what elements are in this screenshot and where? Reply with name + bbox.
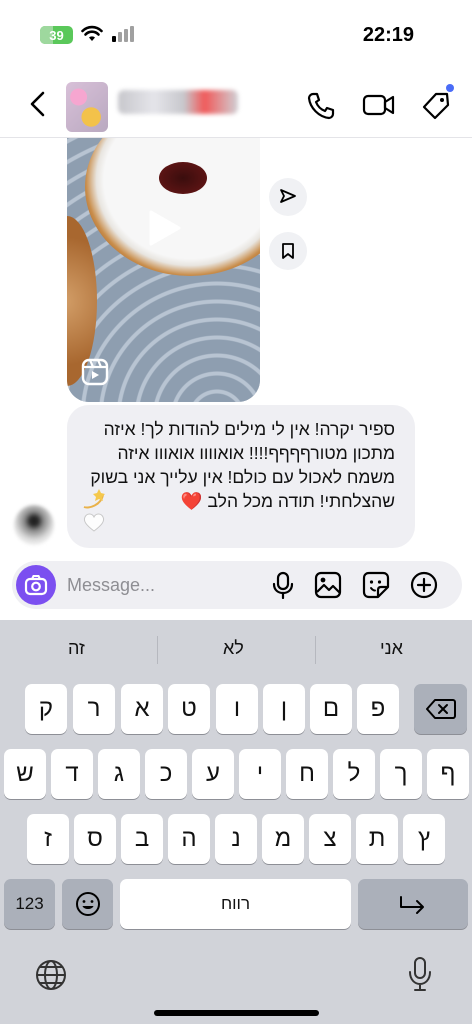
backspace-icon (425, 699, 456, 719)
emoji-key[interactable] (62, 879, 113, 929)
tag-icon[interactable] (421, 91, 451, 121)
video-call-icon[interactable] (362, 91, 396, 119)
phone-call-icon[interactable] (306, 91, 336, 121)
key[interactable]: ח (286, 749, 328, 799)
key[interactable]: ב (121, 814, 163, 864)
shared-reel-card[interactable] (67, 138, 260, 402)
message-emoji (81, 487, 107, 532)
suggestion-3[interactable]: אני (380, 638, 403, 659)
key[interactable]: ן (263, 684, 305, 734)
key[interactable]: מ (262, 814, 304, 864)
key[interactable]: ג (98, 749, 140, 799)
key[interactable]: ס (74, 814, 116, 864)
suggestion-bar: זה לא אני (0, 620, 472, 682)
sender-avatar[interactable] (14, 505, 54, 545)
key[interactable]: י (239, 749, 281, 799)
key[interactable]: נ (215, 814, 257, 864)
add-icon[interactable] (410, 571, 438, 599)
key[interactable]: ו (216, 684, 258, 734)
dictation-mic-icon[interactable] (407, 956, 433, 992)
camera-button[interactable] (16, 565, 56, 605)
clock-time: 22:19 (362, 24, 414, 46)
key[interactable]: ם (310, 684, 352, 734)
key[interactable]: כ (145, 749, 187, 799)
key[interactable]: צ (309, 814, 351, 864)
key[interactable]: ד (51, 749, 93, 799)
battery-level-text: 39 (49, 27, 64, 43)
bookmark-icon (282, 243, 294, 259)
status-bar: 39 22:19 (0, 0, 472, 70)
dizzy-star-icon (83, 489, 105, 509)
microphone-icon[interactable] (270, 571, 296, 599)
message-bubble[interactable]: ספיר יקרה! אין לי מילים להודות לך! איזה … (67, 405, 415, 548)
globe-icon[interactable] (34, 958, 68, 992)
key[interactable]: ז (27, 814, 69, 864)
key[interactable]: ץ (403, 814, 445, 864)
key[interactable]: ל (333, 749, 375, 799)
backspace-key[interactable] (414, 684, 467, 734)
back-arrow-icon[interactable] (26, 90, 50, 118)
key[interactable]: פ (357, 684, 399, 734)
return-arrow-icon (400, 896, 424, 914)
message-composer (12, 561, 462, 609)
home-indicator (154, 1010, 319, 1016)
play-icon[interactable] (145, 208, 183, 248)
cellular-signal-icon (112, 26, 134, 42)
key[interactable]: ט (168, 684, 210, 734)
contact-avatar[interactable] (66, 82, 108, 132)
key[interactable]: א (121, 684, 163, 734)
key[interactable]: ה (168, 814, 210, 864)
message-text: ספיר יקרה! אין לי מילים להודות לך! איזה … (90, 419, 395, 511)
key[interactable]: ק (25, 684, 67, 734)
notification-dot (446, 84, 454, 92)
reels-icon (81, 358, 109, 386)
message-input[interactable] (67, 569, 257, 601)
suggestion-1[interactable]: זה (68, 638, 85, 659)
contact-name-blurred[interactable] (118, 90, 238, 114)
key[interactable]: ף (427, 749, 469, 799)
emoji-icon (75, 892, 100, 916)
chat-header (0, 70, 472, 138)
keyboard: זה לא אני ק ר א ט ו ן ם פ ש ד ג כ ע י ח … (0, 620, 472, 1024)
sticker-icon[interactable] (362, 571, 390, 599)
gallery-icon[interactable] (314, 571, 342, 599)
share-button[interactable] (269, 178, 307, 216)
send-icon (280, 189, 296, 203)
key[interactable]: ת (356, 814, 398, 864)
key[interactable]: ר (73, 684, 115, 734)
suggestion-2[interactable]: לא (223, 638, 244, 659)
white-heart-icon (83, 513, 105, 532)
camera-icon (24, 575, 48, 596)
key[interactable]: ע (192, 749, 234, 799)
wifi-icon (81, 25, 103, 41)
battery-indicator: 39 (40, 26, 73, 44)
space-key[interactable]: רווח (120, 879, 351, 929)
key[interactable]: ך (380, 749, 422, 799)
save-button[interactable] (269, 232, 307, 270)
key[interactable]: ש (4, 749, 46, 799)
return-key[interactable] (358, 879, 468, 929)
numbers-key[interactable]: 123 (4, 879, 55, 929)
